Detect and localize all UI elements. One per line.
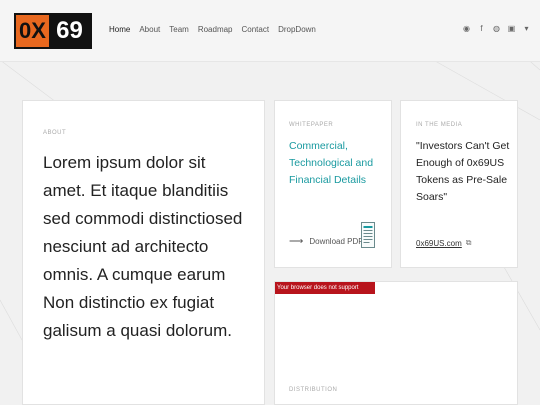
nav-roadmap[interactable]: Roadmap [198, 25, 233, 34]
about-eyebrow: ABOUT [43, 130, 67, 136]
brand-logo[interactable]: 0X 69 [14, 13, 92, 49]
facebook-icon[interactable]: f [477, 24, 486, 33]
arrow-right-icon: ⟶ [289, 236, 304, 247]
nav-contact[interactable]: Contact [242, 25, 270, 34]
chart-unsupported-banner: Your browser does not support charts [275, 282, 375, 303]
telegram-icon[interactable]: ◉ [462, 24, 471, 33]
logo-right-text: 69 [49, 15, 90, 47]
external-link-icon: ⧉ [465, 238, 472, 247]
reddit-icon[interactable]: ◍ [492, 24, 501, 33]
pdf-document-icon[interactable] [361, 222, 375, 248]
nav-about[interactable]: About [139, 25, 160, 34]
about-text: Lorem ipsum dolor sit amet. Et itaque bl… [43, 153, 243, 340]
main-nav: Home About Team Roadmap Contact DropDown [109, 25, 316, 34]
media-headline: "Investors Can't Get Enough of 0x69US To… [416, 140, 510, 203]
media-eyebrow: IN THE MEDIA [416, 122, 463, 128]
youtube-icon[interactable]: ▣ [507, 24, 516, 33]
media-link-text: 0x69US.com [416, 238, 462, 248]
twitter-icon[interactable]: ▾ [522, 24, 531, 33]
distribution-card: Your browser does not support charts DIS… [274, 281, 518, 405]
whitepaper-eyebrow: WHITEPAPER [289, 122, 334, 128]
nav-team[interactable]: Team [169, 25, 189, 34]
distribution-eyebrow: DISTRIBUTION [289, 387, 338, 393]
social-links: ◉ f ◍ ▣ ▾ [462, 24, 531, 33]
whitepaper-title-link[interactable]: Commercial, Technological and Financial … [289, 138, 385, 189]
media-source-link[interactable]: 0x69US.com ⧉ [416, 238, 472, 248]
download-pdf-label: Download PDF [309, 237, 364, 246]
site-header: 0X 69 Home About Team Roadmap Contact Dr… [0, 0, 540, 62]
media-card: IN THE MEDIA "Investors Can't Get Enough… [400, 100, 518, 268]
nav-home[interactable]: Home [109, 25, 130, 34]
logo-left-text: 0X [19, 18, 46, 43]
download-pdf-button[interactable]: ⟶ Download PDF [289, 236, 363, 247]
nav-dropdown[interactable]: DropDown [278, 25, 316, 34]
about-card: ABOUT Lorem ipsum dolor sit amet. Et ita… [22, 100, 265, 405]
whitepaper-card: WHITEPAPER Commercial, Technological and… [274, 100, 392, 268]
